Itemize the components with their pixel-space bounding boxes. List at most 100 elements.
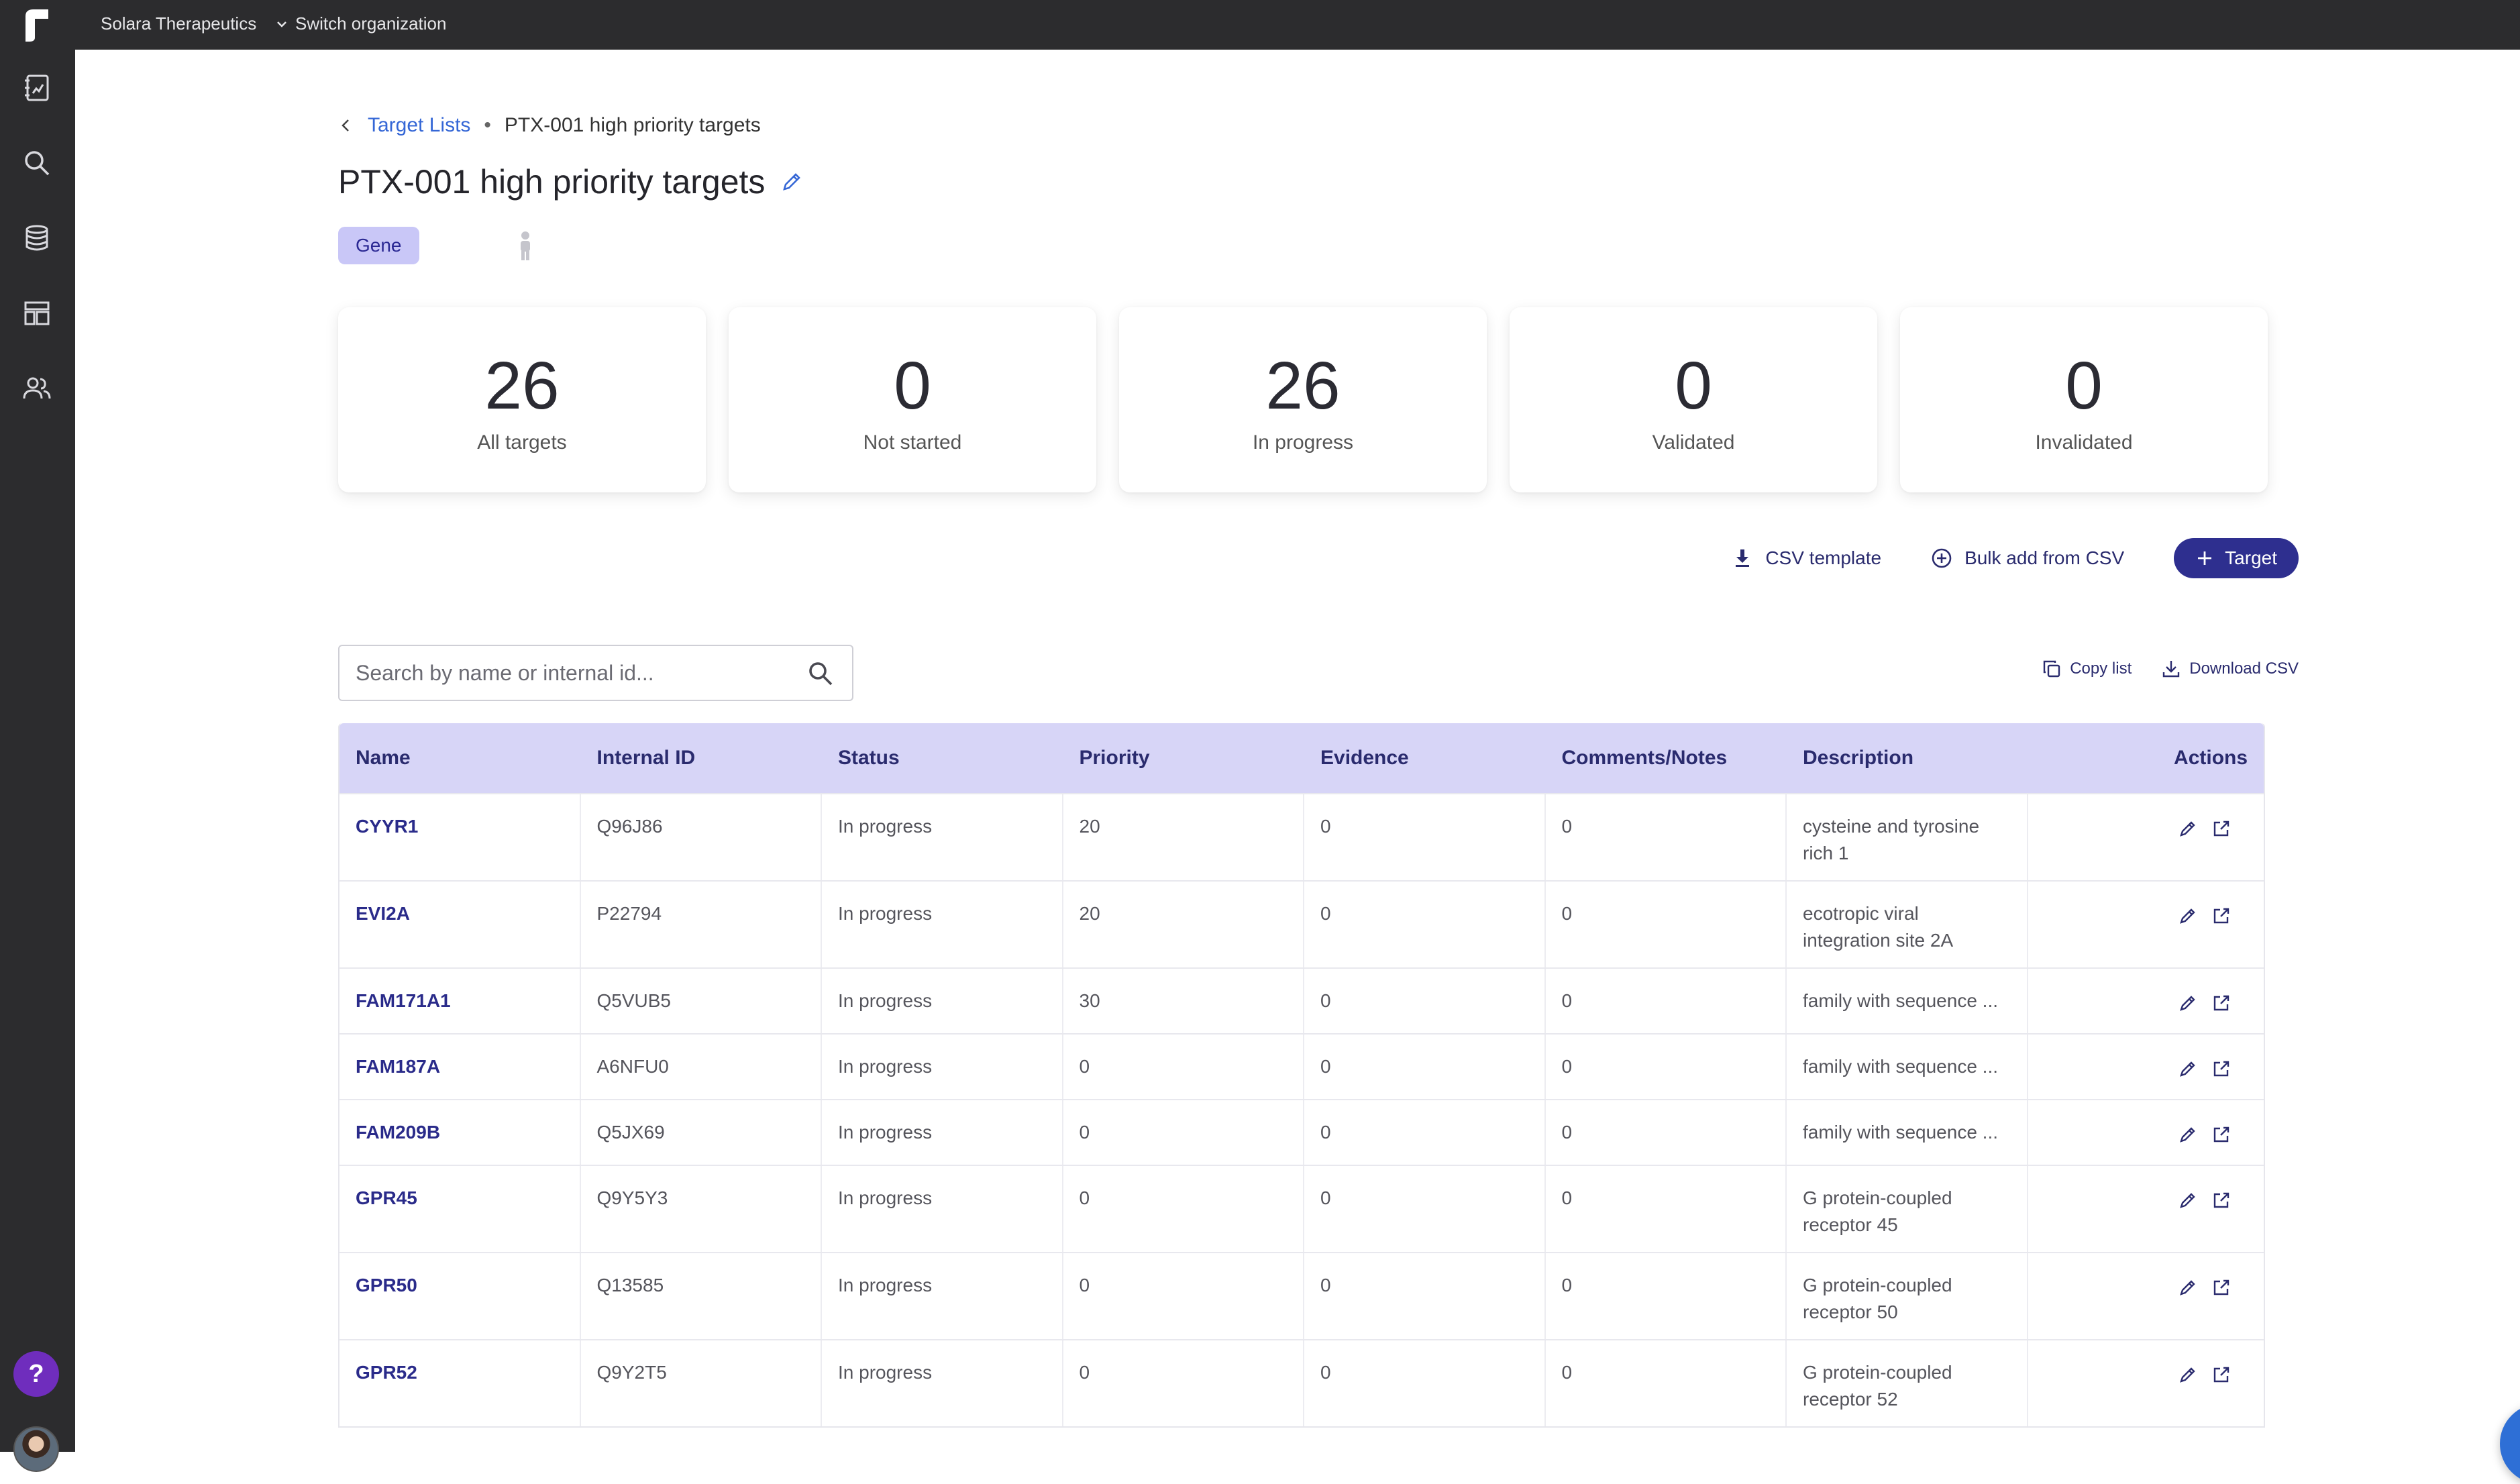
target-name-link[interactable]: FAM171A1 bbox=[339, 969, 581, 1033]
pencil-icon[interactable] bbox=[2178, 1124, 2198, 1145]
pencil-icon[interactable] bbox=[2178, 1059, 2198, 1079]
breadcrumb-link-target-lists[interactable]: Target Lists bbox=[368, 114, 470, 137]
pencil-icon[interactable] bbox=[2178, 1190, 2198, 1210]
table-row[interactable]: EVI2A P22794 In progress 20 0 0 ecotropic vira… bbox=[339, 880, 2264, 967]
stat-value: 0 bbox=[1675, 348, 1712, 423]
stat-cards: 26 All targets 0 Not started 26 In progr… bbox=[338, 307, 2268, 492]
pencil-icon[interactable] bbox=[2178, 1277, 2198, 1297]
target-name-link[interactable]: GPR52 bbox=[339, 1340, 581, 1426]
sidebar-item-users[interactable] bbox=[19, 370, 55, 407]
bulk-add-label: Bulk add from CSV bbox=[1964, 547, 2125, 568]
comments-cell: 0 bbox=[1546, 1100, 1787, 1165]
sidebar-item-layout[interactable] bbox=[19, 295, 55, 331]
column-header-comments[interactable]: Comments/Notes bbox=[1546, 723, 1787, 793]
add-target-label: Target bbox=[2225, 547, 2277, 568]
table-row[interactable]: GPR52 Q9Y2T5 In progress 0 0 0 G protein-coupl… bbox=[339, 1339, 2264, 1426]
external-link-icon[interactable] bbox=[2211, 993, 2232, 1013]
external-link-icon[interactable] bbox=[2211, 1190, 2232, 1210]
user-avatar[interactable] bbox=[13, 1426, 59, 1472]
target-name-link[interactable]: GPR45 bbox=[339, 1166, 581, 1252]
pencil-icon[interactable] bbox=[2178, 818, 2198, 839]
download-csv-label: Download CSV bbox=[2189, 659, 2299, 678]
switch-organization-button[interactable]: Switch organization bbox=[275, 13, 446, 34]
stat-card-all-targets[interactable]: 26 All targets bbox=[338, 307, 706, 492]
target-name-link[interactable]: EVI2A bbox=[339, 882, 581, 967]
target-name-link[interactable]: FAM209B bbox=[339, 1100, 581, 1165]
internal-id-cell: A6NFU0 bbox=[581, 1035, 822, 1099]
description-cell: family with sequence ... bbox=[1787, 1100, 2028, 1165]
evidence-cell: 0 bbox=[1304, 1340, 1546, 1426]
target-name-link[interactable]: CYYR1 bbox=[339, 794, 581, 880]
sidebar-item-search[interactable] bbox=[19, 145, 55, 181]
table-row[interactable]: GPR50 Q13585 In progress 0 0 0 G protein-coupl… bbox=[339, 1252, 2264, 1339]
stat-label: In progress bbox=[1252, 431, 1354, 454]
search-input[interactable] bbox=[356, 646, 785, 700]
column-header-evidence[interactable]: Evidence bbox=[1304, 723, 1546, 793]
comments-cell: 0 bbox=[1546, 1253, 1787, 1339]
status-cell: In progress bbox=[822, 1253, 1063, 1339]
column-header-description[interactable]: Description bbox=[1787, 723, 2028, 793]
external-link-icon[interactable] bbox=[2211, 906, 2232, 926]
switch-organization-label: Switch organization bbox=[295, 13, 447, 34]
target-name-link[interactable]: GPR50 bbox=[339, 1253, 581, 1339]
breadcrumb-current: PTX-001 high priority targets bbox=[504, 114, 761, 136]
table-row[interactable]: CYYR1 Q96J86 In progress 20 0 0 cysteine and t… bbox=[339, 793, 2264, 880]
sidebar-item-database[interactable] bbox=[19, 220, 55, 256]
table-row[interactable]: FAM187A A6NFU0 In progress 0 0 0 family with s… bbox=[339, 1033, 2264, 1099]
page-title-text: PTX-001 high priority targets bbox=[338, 163, 766, 201]
internal-id-cell: Q13585 bbox=[581, 1253, 822, 1339]
column-header-name[interactable]: Name bbox=[339, 723, 581, 793]
csv-template-button[interactable]: CSV template bbox=[1732, 547, 1881, 569]
external-link-icon[interactable] bbox=[2211, 1124, 2232, 1145]
column-header-priority[interactable]: Priority bbox=[1063, 723, 1305, 793]
table-row[interactable]: GPR45 Q9Y5Y3 In progress 0 0 0 G protein-coupl… bbox=[339, 1165, 2264, 1252]
stat-card-in-progress[interactable]: 26 In progress bbox=[1119, 307, 1487, 492]
evidence-cell: 0 bbox=[1304, 969, 1546, 1033]
internal-id-cell: Q5JX69 bbox=[581, 1100, 822, 1165]
row-actions bbox=[2028, 969, 2264, 1033]
status-cell: In progress bbox=[822, 1035, 1063, 1099]
copy-list-button[interactable]: Copy list bbox=[2042, 659, 2132, 679]
table-row[interactable]: FAM171A1 Q5VUB5 In progress 30 0 0 family with… bbox=[339, 967, 2264, 1033]
stat-card-validated[interactable]: 0 Validated bbox=[1510, 307, 1877, 492]
sidebar-item-notebook[interactable] bbox=[19, 70, 55, 106]
chevron-left-icon[interactable] bbox=[338, 117, 354, 134]
column-header-actions: Actions bbox=[2174, 747, 2248, 769]
external-link-icon[interactable] bbox=[2211, 818, 2232, 839]
comments-cell: 0 bbox=[1546, 882, 1787, 967]
app-logo-icon[interactable] bbox=[21, 7, 52, 43]
stat-value: 26 bbox=[1265, 348, 1341, 423]
chat-launcher-button[interactable] bbox=[2500, 1403, 2520, 1484]
external-link-icon[interactable] bbox=[2211, 1365, 2232, 1385]
description-cell: G protein-coupled receptor 52 bbox=[1787, 1340, 2028, 1426]
help-button[interactable]: ? bbox=[13, 1351, 59, 1397]
layout-icon bbox=[24, 301, 50, 325]
bulk-add-csv-button[interactable]: Bulk add from CSV bbox=[1931, 547, 2124, 569]
stat-card-invalidated[interactable]: 0 Invalidated bbox=[1900, 307, 2268, 492]
pencil-icon[interactable] bbox=[2178, 993, 2198, 1013]
external-link-icon[interactable] bbox=[2211, 1277, 2232, 1297]
column-header-status[interactable]: Status bbox=[822, 723, 1063, 793]
download-icon bbox=[2163, 661, 2180, 678]
target-name-link[interactable]: FAM187A bbox=[339, 1035, 581, 1099]
breadcrumb-separator: • bbox=[484, 114, 491, 136]
database-icon bbox=[25, 225, 48, 251]
table-row[interactable]: FAM209B Q5JX69 In progress 0 0 0 family with s… bbox=[339, 1099, 2264, 1165]
description-cell: G protein-coupled receptor 50 bbox=[1787, 1253, 2028, 1339]
stat-card-not-started[interactable]: 0 Not started bbox=[729, 307, 1096, 492]
evidence-cell: 0 bbox=[1304, 1166, 1546, 1252]
search-icon[interactable] bbox=[806, 659, 835, 688]
comments-cell: 0 bbox=[1546, 969, 1787, 1033]
download-csv-button[interactable]: Download CSV bbox=[2161, 659, 2299, 679]
external-link-icon[interactable] bbox=[2211, 1059, 2232, 1079]
comments-cell: 0 bbox=[1546, 1035, 1787, 1099]
users-icon bbox=[23, 377, 51, 399]
add-target-button[interactable]: Target bbox=[2174, 538, 2299, 578]
pencil-icon[interactable] bbox=[780, 170, 804, 194]
table-header: Name Internal ID Status Priority Evidenc… bbox=[339, 723, 2264, 793]
status-cell: In progress bbox=[822, 882, 1063, 967]
plus-icon bbox=[2198, 551, 2212, 565]
pencil-icon[interactable] bbox=[2178, 1365, 2198, 1385]
pencil-icon[interactable] bbox=[2178, 906, 2198, 926]
column-header-internal-id[interactable]: Internal ID bbox=[581, 723, 823, 793]
